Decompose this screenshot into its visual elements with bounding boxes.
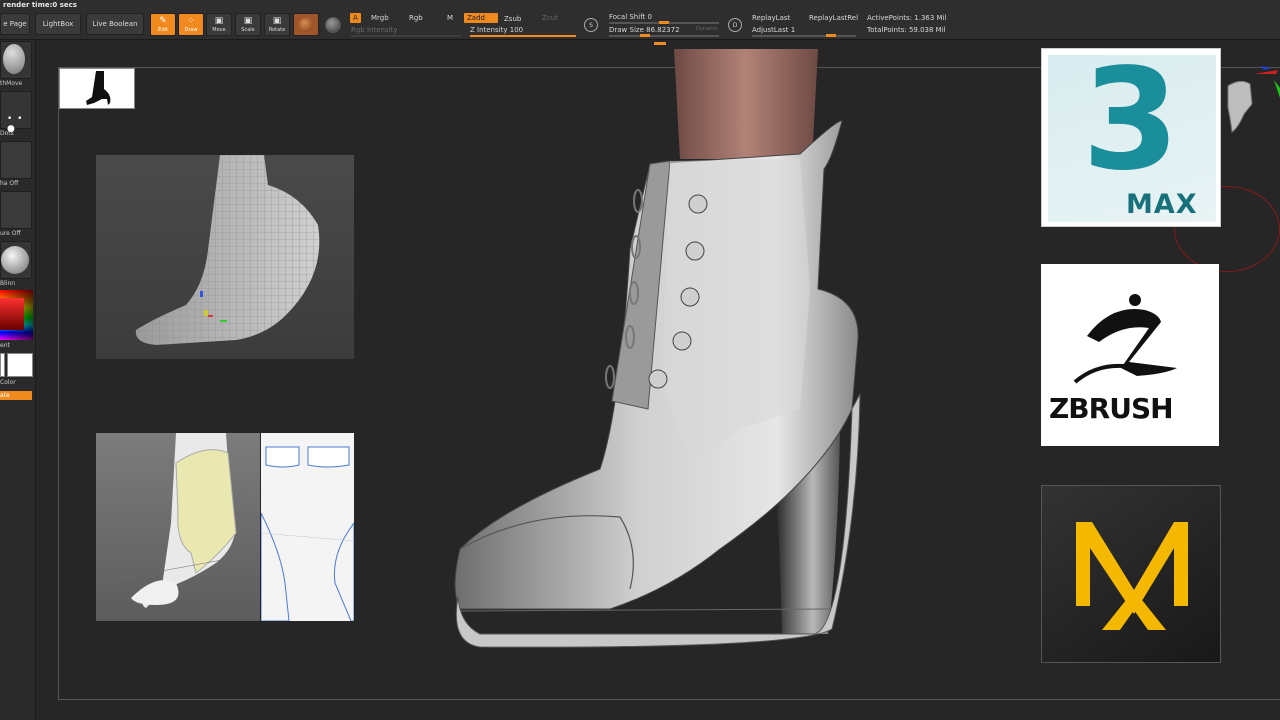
texture-slot[interactable] — [0, 191, 32, 229]
scale-label: Scale — [241, 27, 255, 33]
draw-size-slider[interactable] — [609, 34, 719, 37]
boot-3d-pattern-view — [96, 433, 260, 621]
dynamic-toggle[interactable]: Dynamic — [696, 26, 718, 32]
material-slot[interactable] — [0, 241, 32, 279]
a-channel-toggle[interactable]: A — [350, 13, 361, 23]
boot-silhouette-icon — [86, 71, 111, 105]
foot-wireframe-image — [135, 155, 320, 345]
live-boolean-button[interactable]: Live Boolean — [86, 13, 144, 35]
mrgb-toggle[interactable]: Mrgb — [371, 14, 389, 22]
d-icon[interactable]: D — [728, 18, 742, 32]
navigation-gizmo[interactable] — [1220, 66, 1280, 136]
focal-shift-slider[interactable] — [609, 21, 719, 24]
stroke-slot[interactable]: • • ● — [0, 91, 32, 134]
draw-size-value: 86.82372 — [646, 26, 680, 34]
boot-silhouette-thumbnail — [59, 68, 135, 109]
left-shelf: thMove • • ● Dots ha Off ure Off Blinn e… — [0, 40, 36, 720]
zcut-toggle[interactable]: Zcut — [542, 14, 558, 22]
move-tool-button[interactable]: ▣ Move — [206, 13, 232, 36]
zbrush-text: ZBRUSH — [1049, 392, 1174, 425]
draw-icon: ⁘ — [187, 16, 195, 26]
top-toolbar: render time:0 secs e Page LightBox Live … — [0, 0, 1280, 45]
adjust-last-slider[interactable] — [752, 34, 856, 37]
material-caption: Blinn — [0, 280, 16, 287]
m-toggle[interactable]: M — [447, 14, 453, 22]
color-picker[interactable] — [0, 290, 33, 340]
color-square[interactable] — [0, 298, 24, 330]
edit-label: Edit — [158, 27, 168, 33]
move-label: Move — [212, 27, 226, 33]
lightbox-button[interactable]: LightBox — [35, 13, 81, 35]
zadd-toggle[interactable]: Zadd — [464, 13, 498, 23]
rgb-toggle[interactable]: Rgb — [409, 14, 423, 22]
adjust-last-knob[interactable] — [826, 34, 836, 37]
boot-3d-render — [440, 49, 880, 649]
z-intensity-slider[interactable] — [470, 35, 576, 37]
zbrush-logo: ZBRUSH — [1041, 264, 1219, 446]
draw-size-knob[interactable] — [640, 34, 651, 37]
rgb-intensity-label: Rgb Intensity — [351, 26, 398, 34]
focal-shift-label: Focal Shift 0 — [609, 13, 652, 21]
alpha-caption: ha Off — [0, 180, 19, 187]
2d-pattern-pieces-image — [261, 446, 354, 621]
rotate-icon: ▣ — [272, 16, 282, 26]
blinn-material-icon — [1, 246, 29, 274]
replay-last-rel-button[interactable]: ReplayLastRel — [809, 14, 858, 22]
gradient-caption: ent — [0, 342, 10, 349]
orange-action-button[interactable]: ate — [0, 391, 32, 400]
s-icon[interactable]: S — [584, 18, 598, 32]
material-swatch[interactable] — [293, 13, 319, 36]
move-icon: ▣ — [214, 16, 224, 26]
rgb-intensity-slider[interactable] — [351, 35, 461, 37]
z-intensity-value: 100 — [509, 26, 524, 34]
marvelous-designer-logo: M — [1041, 485, 1221, 663]
draw-label: Draw — [184, 27, 198, 33]
scale-icon: ▣ — [243, 16, 253, 26]
active-points-stat: ActivePoints: 1.363 Mil — [867, 14, 947, 22]
draw-tool-button[interactable]: ⁘ Draw — [178, 13, 204, 36]
3dsmax-digit: 3 — [1082, 39, 1180, 202]
render-time-status: render time:0 secs — [3, 1, 77, 9]
total-points-stat: TotalPoints: 59.038 Mil — [867, 26, 946, 34]
3dsmax-text: MAX — [1126, 189, 1198, 220]
adjust-last-value: 1 — [790, 26, 796, 34]
edit-tool-button[interactable]: ✎ Edit — [150, 13, 176, 36]
material-ball-icon — [299, 17, 313, 32]
adjust-last-label: AdjustLast 1 — [752, 26, 796, 34]
2d-pattern-view — [261, 433, 354, 621]
sphere-icon[interactable] — [325, 17, 341, 33]
head-gizmo-icon — [1227, 66, 1280, 133]
foot-wireframe-reference — [96, 155, 354, 359]
z-intensity-fill — [470, 35, 576, 37]
z-intensity-label: Z Intensity 100 — [470, 26, 524, 34]
focal-shift-value: 0 — [647, 13, 652, 21]
3dsmax-logo: 3 MAX — [1041, 41, 1221, 227]
brush-slot[interactable] — [0, 41, 32, 79]
high-heel-boot-model — [454, 49, 861, 648]
page-button[interactable]: e Page — [0, 13, 30, 35]
brush-caption: thMove — [0, 80, 23, 87]
edit-icon: ✎ — [159, 16, 167, 26]
draw-size-marker — [654, 42, 666, 45]
focal-shift-knob[interactable] — [659, 21, 669, 24]
switch-color-caption: Color — [0, 379, 16, 386]
draw-size-label: Draw Size 86.82372 — [609, 26, 680, 34]
zbrush-app: render time:0 secs e Page LightBox Live … — [0, 0, 1280, 720]
rotate-label: Rotate — [268, 27, 286, 33]
rotate-tool-button[interactable]: ▣ Rotate — [264, 13, 290, 36]
secondary-color-swatch[interactable] — [7, 353, 33, 377]
texture-caption: ure Off — [0, 230, 21, 237]
boot-pattern-3d-image — [96, 433, 260, 608]
smooth-brush-icon — [3, 44, 25, 74]
alpha-slot[interactable] — [0, 141, 32, 179]
zbrush-figure-icon — [1073, 294, 1177, 384]
scale-tool-button[interactable]: ▣ Scale — [235, 13, 261, 36]
main-color-swatch[interactable] — [0, 353, 5, 377]
marvelous-designer-m-icon — [1076, 522, 1188, 630]
stroke-caption: Dots — [0, 130, 14, 137]
replay-last-button[interactable]: ReplayLast — [752, 14, 790, 22]
zsub-toggle[interactable]: Zsub — [504, 15, 521, 23]
